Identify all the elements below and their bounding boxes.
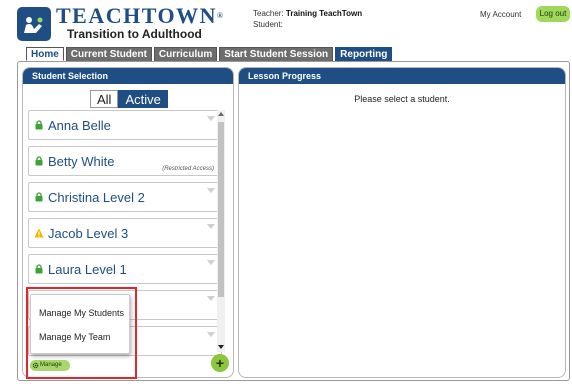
lock-icon [35, 192, 43, 202]
logout-button[interactable]: Log out [536, 6, 570, 22]
lesson-progress-panel: Lesson Progress Please select a student. [238, 67, 566, 378]
chevron-down-icon[interactable] [207, 296, 215, 301]
student-list-scrollbar[interactable] [217, 110, 225, 352]
teacher-name: Training TeachTown [285, 9, 363, 18]
warning-icon [34, 228, 44, 238]
student-name: Jacob Level 3 [48, 226, 129, 241]
chevron-down-icon[interactable] [207, 116, 215, 121]
restricted-access-note: (Restricted Access) [162, 166, 214, 172]
lock-icon [35, 264, 43, 274]
student-item[interactable]: Christina Level 2 [28, 182, 222, 212]
chevron-down-icon[interactable] [207, 188, 215, 193]
annotation-highlight-box [26, 287, 137, 379]
tab-curriculum[interactable]: Curriculum [153, 47, 218, 61]
teachtown-logo[interactable]: TEACHTOWN® Transition to Adulthood [17, 5, 223, 43]
logo-badge [17, 7, 51, 41]
scroll-up-arrow-icon[interactable] [218, 112, 224, 116]
tab-current-student[interactable]: Current Student [65, 47, 152, 61]
student-item[interactable]: Laura Level 1 [28, 254, 222, 284]
student-item[interactable]: Jacob Level 3 [28, 218, 222, 248]
add-student-button[interactable]: + [211, 354, 229, 372]
tab-reporting[interactable]: Reporting [335, 47, 393, 61]
tab-start-student-session[interactable]: Start Student Session [219, 47, 334, 61]
logo-person-icon [24, 17, 43, 33]
student-selection-title: Student Selection [23, 68, 233, 84]
tab-home[interactable]: Home [26, 47, 64, 61]
chevron-down-icon[interactable] [207, 260, 215, 265]
filter-all-button[interactable]: All [90, 90, 119, 108]
student-name: Laura Level 1 [48, 262, 127, 277]
student-item[interactable]: Anna Belle [28, 110, 222, 140]
teacher-label: Teacher: [253, 9, 284, 18]
student-name: Anna Belle [48, 118, 111, 133]
student-filter-toggle: All Active [90, 90, 168, 108]
header: TEACHTOWN® Transition to Adulthood Teach… [0, 0, 572, 46]
chevron-down-icon[interactable] [207, 224, 215, 229]
lock-icon [35, 120, 43, 130]
my-account-link[interactable]: My Account [480, 10, 521, 20]
main-tabs: Home Current Student Curriculum Start St… [26, 47, 394, 61]
student-label: Student: [253, 20, 283, 29]
student-item[interactable]: Betty White (Restricted Access) [28, 146, 222, 176]
brand-tagline: Transition to Adulthood [67, 27, 202, 41]
lesson-progress-title: Lesson Progress [239, 68, 565, 84]
teacher-info: Teacher: Training TeachTown Student: [253, 8, 362, 30]
student-name: Betty White [48, 154, 115, 169]
filter-active-button[interactable]: Active [118, 90, 168, 108]
select-student-message: Please select a student. [354, 94, 450, 104]
brand-wordmark: TEACHTOWN® [56, 3, 223, 28]
chevron-down-icon[interactable] [207, 332, 215, 337]
scrollbar-thumb[interactable] [218, 122, 224, 297]
lock-icon [35, 156, 43, 166]
student-name: Christina Level 2 [48, 190, 145, 205]
scroll-down-arrow-icon[interactable] [218, 345, 224, 349]
